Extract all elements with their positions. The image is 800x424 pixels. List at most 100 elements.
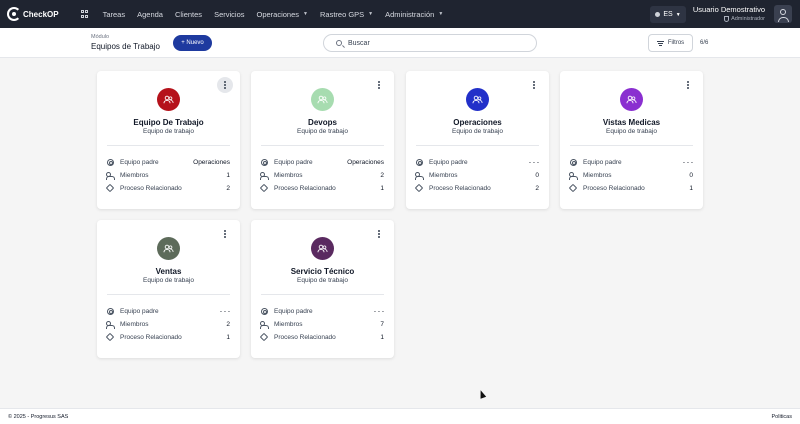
team-type: Equipo de trabajo xyxy=(143,277,194,284)
parent-value: - - - xyxy=(682,158,693,166)
process-value: 1 xyxy=(226,333,230,341)
team-type: Equipo de trabajo xyxy=(297,128,348,135)
team-card[interactable]: Vistas Medicas Equipo de trabajo Equipo … xyxy=(560,71,703,209)
avatar[interactable] xyxy=(774,5,792,23)
members-value: 7 xyxy=(380,320,384,328)
nav-label: Tareas xyxy=(102,9,126,19)
nav-item-operaciones[interactable]: Operaciones ▼ xyxy=(257,10,308,19)
more-options-icon[interactable] xyxy=(217,226,233,242)
filter-button[interactable]: Filtros xyxy=(648,34,693,52)
process-value: 2 xyxy=(226,184,230,192)
members-icon xyxy=(106,171,115,180)
language-label: ES xyxy=(663,11,673,18)
new-team-button[interactable]: + Nuevo xyxy=(173,35,212,51)
members-row: Miembros 2 xyxy=(260,170,384,180)
process-row: Proceso Relacionado 1 xyxy=(259,332,384,342)
parent-team-icon xyxy=(106,158,114,166)
team-name: Devops xyxy=(308,118,337,127)
parent-row: Equipo padre Operaciones xyxy=(260,157,384,167)
nav-item-agenda[interactable]: Agenda xyxy=(137,10,163,19)
nav-label: Rastreo GPS xyxy=(319,9,365,19)
members-label: Miembros xyxy=(583,171,612,179)
more-options-icon[interactable] xyxy=(371,77,387,93)
team-icon xyxy=(157,88,180,111)
shield-icon xyxy=(724,16,730,22)
parent-label: Equipo padre xyxy=(274,307,313,315)
globe-icon xyxy=(655,12,661,17)
members-value: 0 xyxy=(689,171,693,179)
members-value: 2 xyxy=(380,171,384,179)
members-label: Miembros xyxy=(120,320,149,328)
parent-row: Equipo padre - - - xyxy=(415,157,539,167)
team-name: Vistas Medicas xyxy=(602,118,661,127)
chevron-down-icon: ▼ xyxy=(303,11,308,17)
members-icon xyxy=(415,171,424,180)
members-icon xyxy=(106,320,115,329)
tag-icon xyxy=(259,332,269,342)
copyright: © 2025 - Progresus SAS xyxy=(8,413,69,420)
more-options-icon[interactable] xyxy=(526,77,542,93)
search-box[interactable] xyxy=(323,34,537,52)
nav-item-rastreo-gps[interactable]: Rastreo GPS ▼ xyxy=(320,10,373,19)
process-value: 1 xyxy=(380,333,384,341)
nav-label: Clientes xyxy=(174,9,203,19)
team-card[interactable]: Ventas Equipo de trabajo Equipo padre - … xyxy=(97,220,240,358)
chevron-down-icon: ▼ xyxy=(675,11,681,18)
page-header: Módulo Equipos de Trabajo + Nuevo Filtro… xyxy=(0,28,800,58)
process-label: Proceso Relacionado xyxy=(274,184,336,192)
parent-value: Operaciones xyxy=(193,158,230,166)
members-row: Miembros 0 xyxy=(569,170,693,180)
parent-value: - - - xyxy=(373,307,384,315)
nav-item-administracion[interactable]: Administración ▼ xyxy=(385,10,443,19)
app-logo[interactable]: CheckOP xyxy=(7,7,59,21)
user-role: Administrador xyxy=(693,16,765,22)
members-icon xyxy=(260,171,269,180)
process-row: Proceso Relacionado 1 xyxy=(105,332,230,342)
team-card[interactable]: Devops Equipo de trabajo Equipo padre Op… xyxy=(251,71,394,209)
user-role-label: Administrador xyxy=(731,16,765,22)
team-card[interactable]: Equipo De Trabajo Equipo de trabajo Equi… xyxy=(97,71,240,209)
filter-label: Filtros xyxy=(667,40,685,46)
members-row: Miembros 2 xyxy=(106,319,230,329)
tag-icon xyxy=(259,183,269,193)
nav-label: Administración xyxy=(385,9,435,19)
more-options-icon[interactable] xyxy=(371,226,387,242)
parent-team-icon xyxy=(260,307,268,315)
members-value: 1 xyxy=(226,171,230,179)
policies-link[interactable]: Politicas xyxy=(772,414,792,420)
parent-value: - - - xyxy=(219,307,230,315)
search-icon xyxy=(336,40,342,46)
divider xyxy=(261,294,384,295)
chevron-down-icon: ▼ xyxy=(368,11,374,17)
process-row: Proceso Relacionado 2 xyxy=(105,183,230,193)
divider xyxy=(107,294,230,295)
tag-icon xyxy=(105,183,115,193)
members-label: Miembros xyxy=(120,171,149,179)
nav-item-clientes[interactable]: Clientes xyxy=(175,10,202,19)
more-options-icon[interactable] xyxy=(680,77,696,93)
nav-label: Agenda xyxy=(137,9,163,19)
teams-grid: Equipo De Trabajo Equipo de trabajo Equi… xyxy=(0,58,800,408)
user-info[interactable]: Usuario Demostrativo Administrador xyxy=(693,5,765,22)
page-title: Equipos de Trabajo xyxy=(91,42,160,51)
team-icon xyxy=(311,237,334,260)
more-options-icon[interactable] xyxy=(217,77,233,93)
nav-item-tareas[interactable]: Tareas xyxy=(103,10,126,19)
parent-team-icon xyxy=(415,158,423,166)
grid-menu-icon[interactable] xyxy=(80,10,89,18)
team-type: Equipo de trabajo xyxy=(297,277,348,284)
nav-item-servicios[interactable]: Servicios xyxy=(214,10,244,19)
parent-value: Operaciones xyxy=(347,158,384,166)
process-label: Proceso Relacionado xyxy=(120,184,182,192)
members-label: Miembros xyxy=(274,320,303,328)
members-label: Miembros xyxy=(274,171,303,179)
members-icon xyxy=(260,320,269,329)
logo-text: CheckOP xyxy=(23,9,59,19)
team-card[interactable]: Operaciones Equipo de trabajo Equipo pad… xyxy=(406,71,549,209)
process-label: Proceso Relacionado xyxy=(274,333,336,341)
search-input[interactable] xyxy=(348,39,528,47)
language-selector[interactable]: ES ▼ xyxy=(650,6,686,23)
team-type: Equipo de trabajo xyxy=(606,128,657,135)
team-card[interactable]: Servicio Técnico Equipo de trabajo Equip… xyxy=(251,220,394,358)
result-count: 6/6 xyxy=(700,40,709,46)
